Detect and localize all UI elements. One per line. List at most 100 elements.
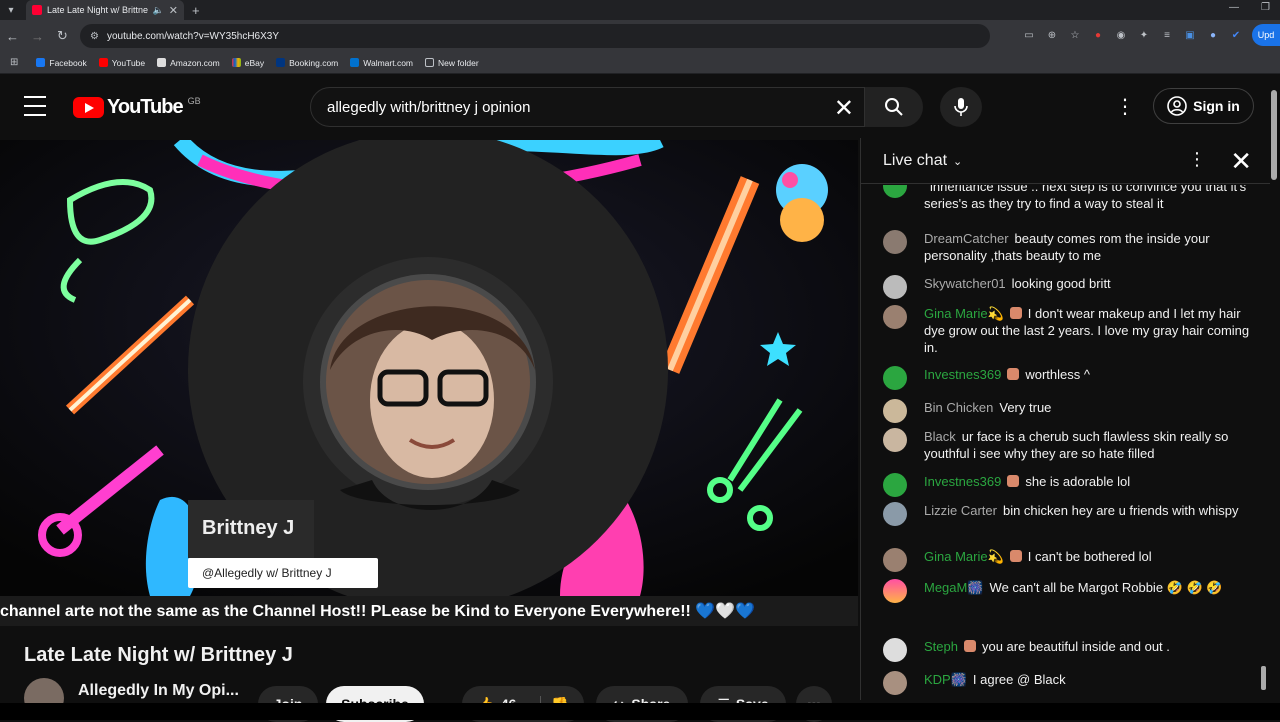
- chat-message: Black ur face is a cherub such flawless s…: [883, 428, 1253, 462]
- chat-message: DreamCatcher beauty comes rom the inside …: [883, 230, 1253, 264]
- window-controls: — ❐: [1229, 2, 1270, 13]
- chat-message: Skywatcher01 looking good britt: [883, 275, 1253, 299]
- url-text: youtube.com/watch?v=WY35hcH6X3Y: [106, 30, 280, 42]
- live-chat-mode-dropdown[interactable]: Live chat ⌄: [883, 152, 962, 170]
- back-arrow-icon[interactable]: ←: [0, 29, 25, 44]
- chat-messages[interactable]: inheritance issue .. next step is to con…: [861, 185, 1259, 700]
- youtube-header: YouTube GB allegedly with/brittney j opi…: [0, 78, 1280, 136]
- close-tab-icon[interactable]: ✕: [169, 4, 178, 17]
- chat-message: KDP🎆 I agree @ Black: [883, 671, 1253, 695]
- live-chat-header: Live chat ⌄ ⋮ ✕: [861, 138, 1270, 184]
- reload-icon[interactable]: ↻: [50, 28, 75, 44]
- bookmark-new-folder[interactable]: New folder: [425, 58, 479, 68]
- chat-message: Bin Chicken Very true: [883, 399, 1253, 423]
- new-tab-button[interactable]: +: [192, 3, 200, 18]
- extensions-puzzle-icon[interactable]: ✦: [1137, 28, 1151, 42]
- browser-tab[interactable]: Late Late Night w/ Brittney 🔈 ✕: [26, 0, 184, 20]
- member-badge-icon: [1009, 307, 1022, 319]
- live-chat-panel: Live chat ⌄ ⋮ ✕ inheritance issue .. nex…: [860, 138, 1270, 700]
- forward-arrow-icon[interactable]: →: [25, 29, 50, 44]
- bookmark-walmart[interactable]: Walmart.com: [350, 58, 413, 68]
- ticker-text: channel arte not the same as the Channel…: [0, 603, 756, 620]
- bookmark-star-icon[interactable]: ☆: [1068, 28, 1082, 42]
- chat-message: Investnes369 worthless ^: [883, 366, 1253, 390]
- side-panel-icon[interactable]: ▣: [1183, 28, 1197, 42]
- chat-message: Lizzie Carter bin chicken hey are u frien…: [883, 502, 1253, 526]
- address-bar[interactable]: ⚙ youtube.com/watch?v=WY35hcH6X3Y: [80, 24, 990, 48]
- extension-grey-icon[interactable]: ◉: [1114, 28, 1128, 42]
- hamburger-menu-icon[interactable]: [24, 96, 46, 116]
- reading-list-icon[interactable]: ≡: [1160, 28, 1174, 42]
- minimize-icon[interactable]: —: [1229, 2, 1239, 13]
- channel-name[interactable]: Allegedly In My Opi...: [78, 682, 239, 700]
- video-title: Late Late Night w/ Brittney J: [24, 644, 293, 666]
- chat-scrollbar[interactable]: [1261, 666, 1266, 690]
- presenter-handle-card: @Allegedly w/ Brittney J: [188, 558, 378, 588]
- tab-search-button[interactable]: ▾: [0, 0, 22, 20]
- chat-message: Investnes369 she is adorable lol: [883, 473, 1253, 497]
- presenter-handle: @Allegedly w/ Brittney J: [202, 566, 332, 580]
- clear-search-icon[interactable]: ✕: [834, 94, 854, 123]
- folder-icon: [425, 58, 435, 67]
- chat-message: Gina Marie💫 I can't be bothered lol: [883, 548, 1253, 572]
- search-query: allegedly with/brittney j opinion: [327, 98, 531, 116]
- chat-avatar: [883, 638, 907, 662]
- apps-grid-icon[interactable]: ⊞: [10, 57, 18, 68]
- tab-title: Late Late Night w/ Brittney: [47, 5, 148, 15]
- youtube-logo[interactable]: YouTube GB: [73, 96, 201, 119]
- presenter-name-card: Brittney J: [188, 500, 314, 558]
- bookmark-ebay[interactable]: eBay: [231, 58, 264, 68]
- update-button[interactable]: Upd: [1252, 24, 1280, 46]
- live-chat-title: Live chat: [883, 152, 948, 169]
- ebay-icon: [231, 58, 241, 67]
- chat-avatar: [883, 473, 907, 497]
- page-bottom-edge: [0, 703, 1280, 720]
- member-badge-icon: [1009, 550, 1022, 562]
- video-frame-artwork: [0, 140, 858, 596]
- region-code: GB: [187, 95, 201, 106]
- maximize-icon[interactable]: ❐: [1261, 2, 1270, 13]
- chevron-down-icon: ⌄: [953, 155, 963, 168]
- bookmark-booking[interactable]: Booking.com: [276, 58, 338, 68]
- settings-kebab-icon[interactable]: ⋮: [1115, 94, 1135, 119]
- extensions-area: ▭ ⊕ ☆ ● ◉ ✦ ≡ ▣ ● ✔ Upd: [1022, 24, 1280, 46]
- bookmark-youtube[interactable]: YouTube: [98, 58, 145, 68]
- video-player[interactable]: Brittney J @Allegedly w/ Brittney J: [0, 140, 858, 596]
- account-icon: [1167, 96, 1187, 116]
- zoom-icon[interactable]: ⊕: [1045, 28, 1059, 42]
- bookmark-facebook[interactable]: Facebook: [36, 58, 87, 68]
- scrolling-ticker: channel arte not the same as the Channel…: [0, 596, 858, 626]
- profile-icon[interactable]: ●: [1206, 28, 1220, 42]
- chat-avatar: [883, 428, 907, 452]
- youtube-favicon-icon: [32, 5, 42, 15]
- extension-check-icon[interactable]: ✔: [1229, 28, 1243, 42]
- facebook-icon: [36, 58, 46, 67]
- close-chat-icon[interactable]: ✕: [1230, 146, 1252, 177]
- site-info-icon[interactable]: ⚙: [90, 31, 99, 42]
- chat-options-kebab-icon[interactable]: ⋮: [1188, 149, 1206, 170]
- logo-text: YouTube: [107, 96, 184, 118]
- extension-red-icon[interactable]: ●: [1091, 28, 1105, 42]
- audio-icon[interactable]: 🔈: [153, 5, 164, 16]
- voice-search-button[interactable]: [940, 87, 982, 127]
- page-scrollbar[interactable]: [1271, 90, 1277, 180]
- booking-icon: [276, 58, 286, 67]
- browser-toolbar: ← → ↻ ⚙ youtube.com/watch?v=WY35hcH6X3Y …: [0, 20, 1280, 52]
- chat-avatar: [883, 275, 907, 299]
- chat-avatar: [883, 579, 907, 603]
- chat-avatar: [883, 502, 907, 526]
- search-icon: [885, 98, 903, 116]
- sign-in-button[interactable]: Sign in: [1153, 88, 1254, 124]
- search-input[interactable]: allegedly with/brittney j opinion ✕: [310, 87, 865, 127]
- youtube-icon: [98, 58, 108, 67]
- cast-icon[interactable]: ▭: [1022, 28, 1036, 42]
- search-button[interactable]: [865, 87, 923, 127]
- youtube-play-icon: [73, 97, 104, 118]
- chat-avatar: [883, 548, 907, 572]
- chat-avatar: [883, 230, 907, 254]
- chat-message: inheritance issue .. next step is to con…: [883, 185, 1253, 212]
- member-badge-icon: [1007, 368, 1020, 380]
- chat-avatar: [883, 185, 907, 198]
- bookmark-amazon[interactable]: Amazon.com: [157, 58, 220, 68]
- amazon-icon: [157, 58, 167, 67]
